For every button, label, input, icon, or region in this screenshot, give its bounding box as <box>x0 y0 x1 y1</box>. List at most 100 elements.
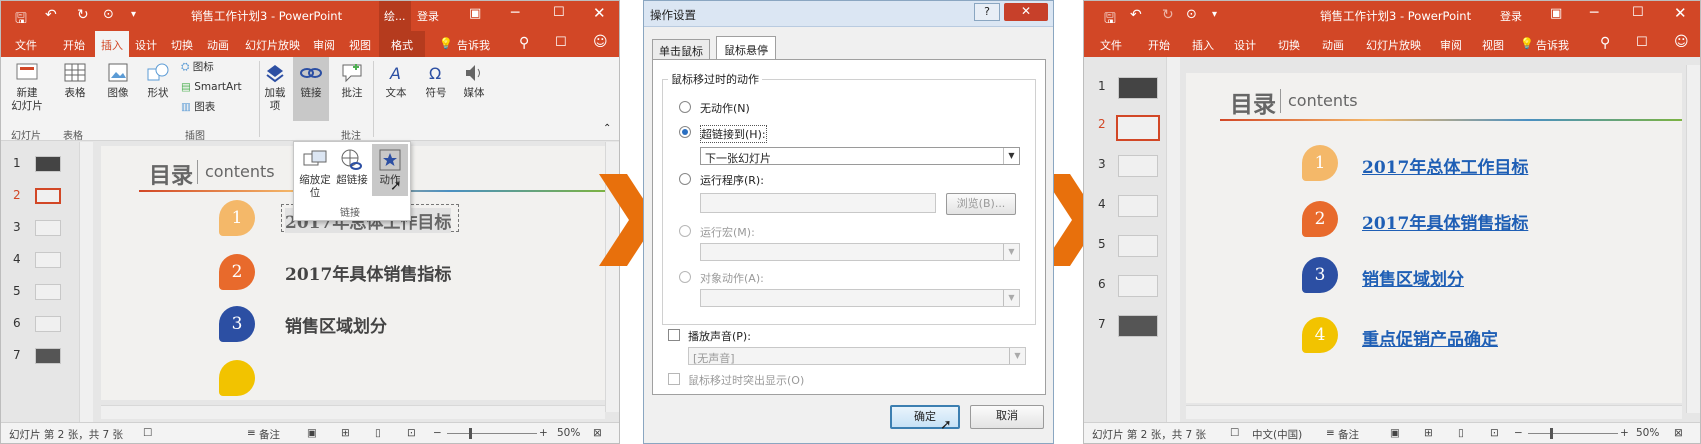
menu-insert[interactable]: 插入 <box>95 31 129 57</box>
chevron-down-icon[interactable]: ▼ <box>1003 148 1019 164</box>
zoom-slider-thumb[interactable] <box>1550 428 1553 439</box>
customize-toolbar-icon[interactable]: ▾ <box>131 9 136 20</box>
image-button[interactable]: 图像 <box>103 61 133 100</box>
menu-transitions[interactable]: 切换 <box>1278 37 1300 53</box>
media-button[interactable]: 媒体 <box>459 61 489 100</box>
slide-thumbnail[interactable] <box>1118 77 1158 99</box>
menu-home[interactable]: 开始 <box>63 37 85 53</box>
chart-button[interactable]: ▥ 图表 <box>181 101 215 114</box>
help-button[interactable]: ? <box>974 3 1000 21</box>
slide-thumbnail[interactable] <box>35 220 61 236</box>
fit-window-icon[interactable]: ⊠ <box>593 427 602 439</box>
undo-icon[interactable]: ↶ <box>1130 7 1142 23</box>
radio-no-action[interactable] <box>679 101 691 113</box>
slide-thumbnail-selected[interactable] <box>35 188 61 204</box>
slide-sorter-icon[interactable]: ⊞ <box>1424 427 1433 439</box>
comment-button[interactable]: 批注 <box>337 61 367 100</box>
browse-button[interactable]: 浏览(B)... <box>946 193 1016 215</box>
slide-thumbnail[interactable] <box>35 316 61 332</box>
menu-review[interactable]: 审阅 <box>1440 37 1462 53</box>
zoom-in-icon[interactable]: + <box>539 427 548 439</box>
symbol-button[interactable]: Ω 符号 <box>421 61 451 100</box>
zoom-in-icon[interactable]: + <box>1620 427 1629 439</box>
slide-sorter-icon[interactable]: ⊞ <box>341 427 350 439</box>
macro-select[interactable]: ▼ <box>700 243 1020 261</box>
close-icon[interactable]: ✕ <box>593 4 606 22</box>
drawing-tools-tab[interactable]: 绘... <box>379 1 411 31</box>
smiley-icon[interactable]: ☺ <box>1674 34 1689 50</box>
object-action-select[interactable]: ▼ <box>700 289 1020 307</box>
menu-insert[interactable]: 插入 <box>1192 37 1214 53</box>
horizontal-scrollbar[interactable] <box>1186 405 1682 419</box>
slideshow-icon[interactable]: ⊡ <box>1490 427 1499 439</box>
program-path-input[interactable] <box>700 193 936 213</box>
slide-thumbnail[interactable] <box>35 156 61 172</box>
normal-view-icon[interactable]: ▣ <box>1390 427 1400 439</box>
item-link-3[interactable]: 销售区域划分 <box>1362 265 1464 290</box>
login-link[interactable]: 登录 <box>417 8 439 24</box>
new-slide-button[interactable]: 新建 幻灯片 <box>7 61 47 113</box>
touch-mode-icon[interactable]: ⊙ <box>1186 7 1197 22</box>
slide-thumbnail[interactable] <box>1118 195 1158 217</box>
menu-home[interactable]: 开始 <box>1148 37 1170 53</box>
hyperlink-select[interactable]: 下一张幻灯片 ▼ <box>700 147 1020 165</box>
slide-thumbnail[interactable] <box>1118 155 1158 177</box>
touch-mode-icon[interactable]: ⊙ <box>103 7 114 22</box>
menu-tellme[interactable]: 告诉我 <box>1536 37 1569 53</box>
menu-view[interactable]: 视图 <box>349 37 371 53</box>
menu-design[interactable]: 设计 <box>1234 37 1256 53</box>
thumbnail-scrollbar[interactable] <box>1166 57 1180 423</box>
zoom-out-icon[interactable]: − <box>433 427 442 439</box>
addin-button[interactable]: 加载 项 <box>261 61 289 113</box>
item-text-3[interactable]: 销售区域划分 <box>285 312 387 337</box>
spell-check-icon[interactable]: ☐ <box>1230 427 1239 439</box>
horizontal-scrollbar[interactable] <box>101 405 605 419</box>
close-icon[interactable]: ✕ <box>1674 4 1687 22</box>
minimize-icon[interactable]: ─ <box>511 5 519 21</box>
dialog-close-button[interactable]: ✕ <box>1004 3 1048 21</box>
sound-select[interactable]: [无声音] ▼ <box>688 347 1026 365</box>
slide-canvas[interactable]: 目录 contents 1 2017年总体工作目标 2 2017年具体销售指标 … <box>1186 73 1682 403</box>
menu-format[interactable]: 格式 <box>379 31 425 57</box>
zoom-button[interactable]: 缩放定 位 <box>298 148 332 200</box>
icon-button[interactable]: ⛭ 图标 <box>181 61 214 74</box>
collapse-ribbon-icon[interactable]: ⌃ <box>603 123 611 134</box>
comments-icon[interactable]: ☐ <box>555 35 567 50</box>
slide-thumbnail[interactable] <box>35 348 61 364</box>
radio-hyperlink[interactable] <box>679 126 691 138</box>
play-sound-checkbox[interactable] <box>668 329 680 341</box>
zoom-slider[interactable] <box>447 433 537 434</box>
highlight-checkbox[interactable] <box>668 373 680 385</box>
reading-view-icon[interactable]: ▯ <box>375 427 381 439</box>
login-link[interactable]: 登录 <box>1500 8 1522 24</box>
save-icon[interactable]: 🖫 <box>1104 8 1116 32</box>
comments-icon[interactable]: ☐ <box>1636 35 1648 50</box>
normal-view-icon[interactable]: ▣ <box>307 427 317 439</box>
notes-button[interactable]: 备注 <box>1338 427 1359 442</box>
radio-run-program[interactable] <box>679 173 691 185</box>
customize-toolbar-icon[interactable]: ▾ <box>1212 9 1217 20</box>
redo-icon[interactable]: ↻ <box>1162 7 1174 23</box>
shape-button[interactable]: 形状 <box>143 61 173 100</box>
zoom-slider-thumb[interactable] <box>469 428 472 439</box>
slideshow-icon[interactable]: ⊡ <box>407 427 416 439</box>
link-button[interactable]: 链接 <box>293 57 329 121</box>
menu-view[interactable]: 视图 <box>1482 37 1504 53</box>
maximize-icon[interactable]: ☐ <box>1632 5 1644 20</box>
text-button[interactable]: A 文本 <box>381 61 411 100</box>
user-icon[interactable]: ⚲ <box>519 35 529 51</box>
reading-view-icon[interactable]: ▯ <box>1458 427 1464 439</box>
zoom-out-icon[interactable]: − <box>1514 427 1523 439</box>
slide-thumbnail[interactable] <box>1118 235 1158 257</box>
table-button[interactable]: 表格 <box>59 61 91 100</box>
zoom-level[interactable]: 50% <box>1636 427 1659 439</box>
slide-thumbnail[interactable] <box>1118 315 1158 337</box>
slide-thumbnail[interactable] <box>35 252 61 268</box>
undo-icon[interactable]: ↶ <box>45 7 57 23</box>
cancel-button[interactable]: 取消 <box>970 405 1044 429</box>
menu-design[interactable]: 设计 <box>135 37 157 53</box>
menu-animations[interactable]: 动画 <box>207 37 229 53</box>
user-icon[interactable]: ⚲ <box>1600 35 1610 51</box>
fit-window-icon[interactable]: ⊠ <box>1674 427 1683 439</box>
smiley-icon[interactable]: ☺ <box>593 34 608 50</box>
